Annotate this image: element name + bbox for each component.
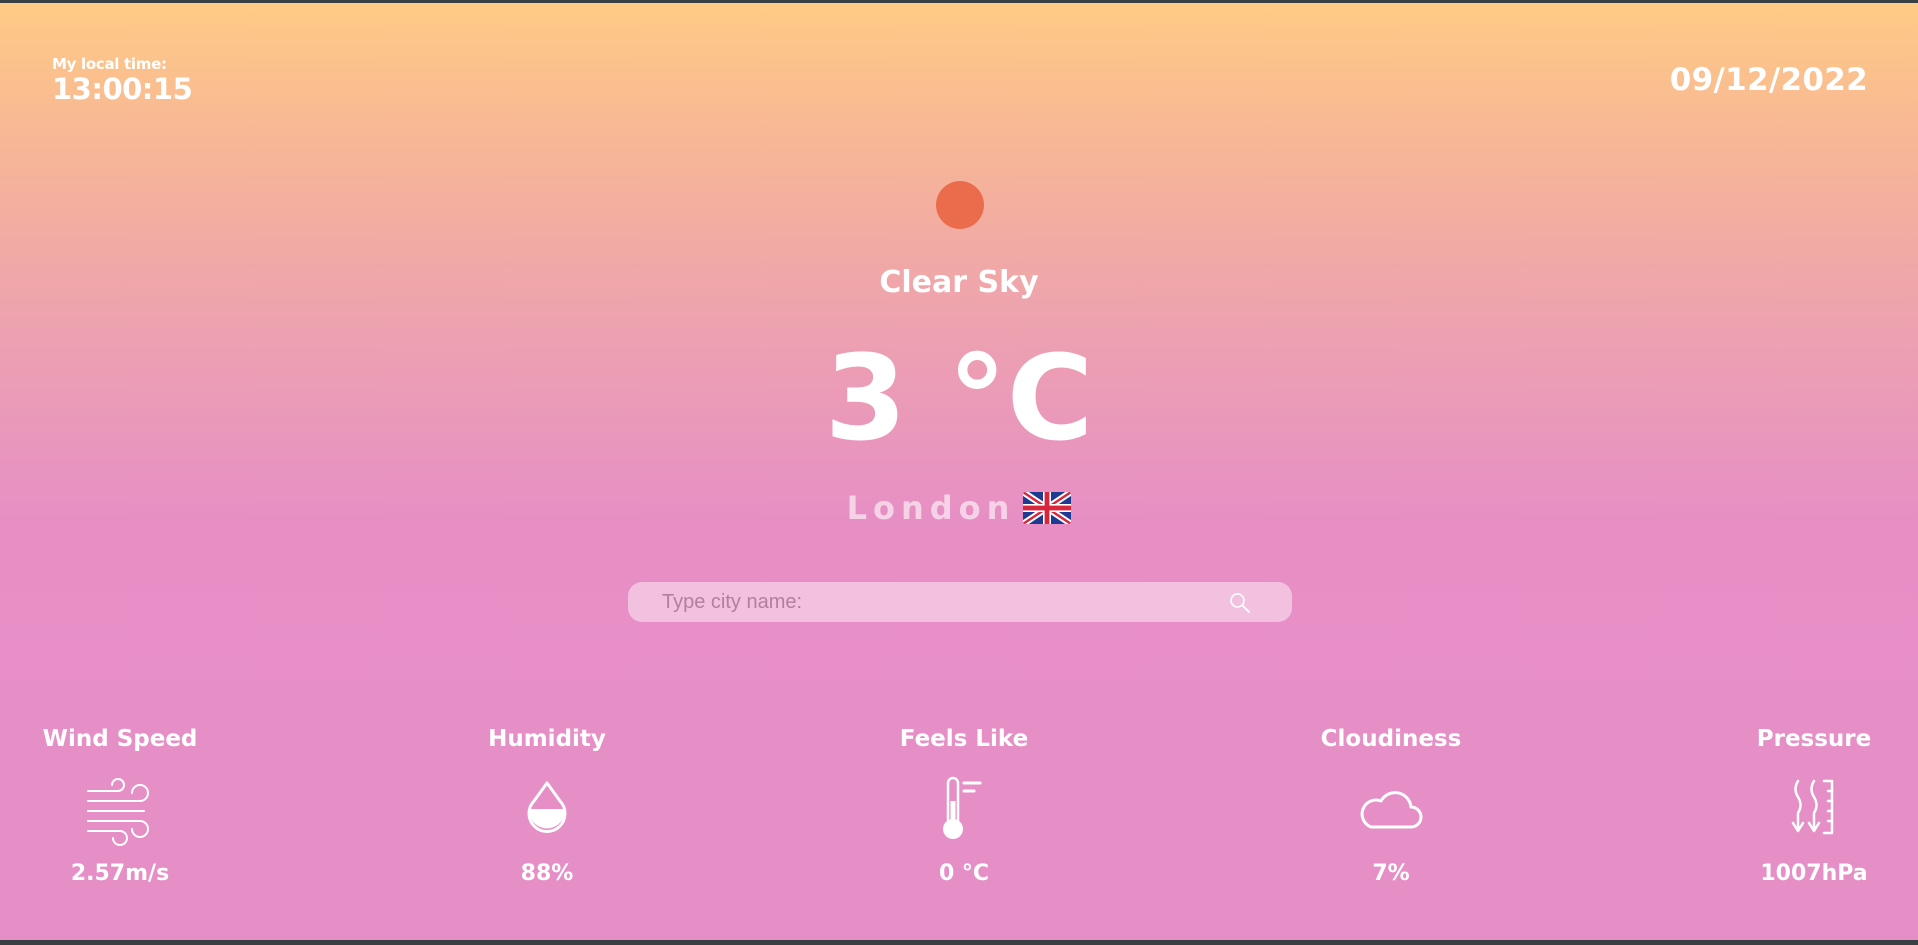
city-search-input[interactable]: [662, 582, 1222, 622]
stat-value: 2.57m/s: [70, 861, 170, 886]
humidity-drop-icon: [527, 781, 567, 833]
sun-icon: [936, 181, 984, 229]
stat-humidity: Humidity 88%: [447, 725, 647, 886]
search-icon[interactable]: [1228, 591, 1252, 615]
local-time-label: My local time:: [52, 55, 167, 73]
weather-app: My local time: 13:00:15 09/12/2022 Clear…: [0, 3, 1918, 940]
city-row: London: [0, 489, 1918, 527]
wind-icon: [87, 778, 149, 846]
stat-title: Feels Like: [899, 726, 1029, 752]
stat-pressure: Pressure 1007hPa: [1714, 725, 1914, 886]
stat-value: 88%: [520, 861, 574, 886]
current-date: 09/12/2022: [1669, 62, 1868, 98]
stat-value: 7%: [1372, 861, 1410, 886]
stat-value: 1007hPa: [1760, 861, 1868, 886]
pressure-icon: [1791, 779, 1834, 835]
temperature: 3 °C: [824, 329, 1094, 467]
thermometer-icon: [943, 776, 982, 839]
local-time-value: 13:00:15: [52, 72, 193, 106]
stat-wind-speed: Wind Speed 2.57m/s: [20, 725, 220, 886]
stat-value: 0 °C: [938, 861, 990, 886]
uk-flag-icon: [1023, 492, 1072, 524]
stat-title: Wind Speed: [42, 726, 198, 752]
stat-cloudiness: Cloudiness 7%: [1291, 725, 1491, 886]
local-time: My local time: 13:00:15: [52, 55, 193, 106]
stat-title: Cloudiness: [1320, 726, 1462, 752]
stat-feels-like: Feels Like 0 °C: [864, 725, 1064, 886]
weather-condition: Clear Sky: [879, 265, 1039, 300]
city-name: London: [846, 489, 1016, 527]
search-box[interactable]: [628, 582, 1292, 622]
stat-title: Humidity: [488, 726, 606, 752]
cloud-icon: [1360, 791, 1423, 829]
stat-title: Pressure: [1756, 726, 1872, 752]
